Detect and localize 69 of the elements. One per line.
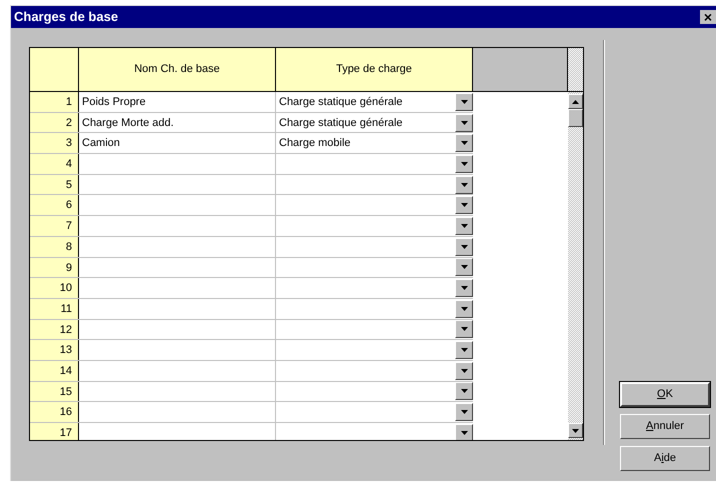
window-title: Charges de base	[14, 8, 118, 26]
row-number: 8	[30, 236, 79, 256]
row-number: 17	[30, 423, 79, 440]
dropdown-button[interactable]	[455, 92, 473, 111]
row-number: 6	[30, 195, 79, 216]
down-arrow-icon	[460, 265, 468, 270]
dropdown-button[interactable]	[455, 176, 473, 194]
down-arrow-icon	[460, 120, 468, 125]
row-number: 9	[30, 258, 79, 278]
type-cell-text: Charge statique générale	[279, 94, 403, 110]
close-button[interactable]: ×	[700, 10, 716, 24]
down-arrow-icon	[460, 286, 468, 290]
row-number: 14	[30, 360, 79, 381]
row-number: 15	[30, 382, 79, 402]
name-cell: Charge Morte add.	[79, 112, 276, 132]
dropdown-button[interactable]	[455, 300, 473, 318]
down-arrow-icon	[460, 224, 468, 228]
dialog-button[interactable]: OK	[620, 382, 710, 407]
scroll-thumb[interactable]	[568, 109, 583, 127]
dropdown-button[interactable]	[455, 362, 473, 380]
dropdown-button[interactable]	[455, 279, 473, 298]
dialog-button[interactable]: Annuler	[620, 414, 710, 439]
dropdown-button[interactable]	[455, 424, 473, 440]
name-cell: Poids Propre	[79, 92, 276, 112]
down-arrow-icon	[460, 348, 468, 352]
down-arrow-icon	[460, 162, 468, 166]
down-arrow-icon	[460, 306, 468, 311]
dropdown-button[interactable]	[455, 403, 473, 422]
scroll-up-button[interactable]	[568, 94, 583, 109]
dropdown-button[interactable]	[455, 382, 473, 400]
type-cell-text: Charge mobile	[279, 136, 351, 152]
down-arrow-icon	[460, 203, 468, 208]
column-header: Type de charge	[276, 48, 473, 91]
column-header: Nom Ch. de base	[79, 48, 276, 91]
row-number: 3	[30, 133, 79, 154]
down-arrow-icon	[460, 182, 468, 187]
dropdown-button[interactable]	[455, 154, 473, 173]
row-number: 11	[30, 298, 79, 319]
dropdown-button[interactable]	[455, 114, 473, 132]
down-arrow-icon	[460, 100, 468, 104]
row-number: 16	[30, 402, 79, 422]
row-number: 13	[30, 340, 79, 360]
dialog-button[interactable]: Aide	[620, 446, 710, 471]
down-arrow-icon	[572, 428, 579, 432]
scroll-down-button[interactable]	[568, 423, 583, 438]
down-arrow-icon	[460, 141, 468, 146]
down-arrow-icon	[460, 327, 468, 332]
dropdown-button[interactable]	[455, 341, 473, 360]
row-number: 2	[30, 112, 79, 132]
row-number: 7	[30, 216, 79, 236]
row-number: 5	[30, 174, 79, 194]
dropdown-button[interactable]	[455, 258, 473, 276]
down-arrow-icon	[460, 410, 468, 414]
down-arrow-icon	[460, 389, 468, 394]
down-arrow-icon	[460, 244, 468, 249]
dropdown-button[interactable]	[455, 238, 473, 256]
dropdown-button[interactable]	[455, 320, 473, 338]
row-number: 10	[30, 278, 79, 298]
dropdown-button[interactable]	[455, 134, 473, 152]
row-number: 4	[30, 154, 79, 174]
dropdown-button[interactable]	[455, 216, 473, 235]
dropdown-button[interactable]	[455, 196, 473, 214]
name-cell: Camion	[79, 133, 276, 154]
up-arrow-icon	[572, 100, 579, 104]
row-number: 12	[30, 320, 79, 340]
down-arrow-icon	[460, 368, 468, 373]
type-cell-text: Charge statique générale	[279, 116, 403, 131]
row-number: 1	[30, 92, 79, 112]
down-arrow-icon	[460, 430, 468, 435]
